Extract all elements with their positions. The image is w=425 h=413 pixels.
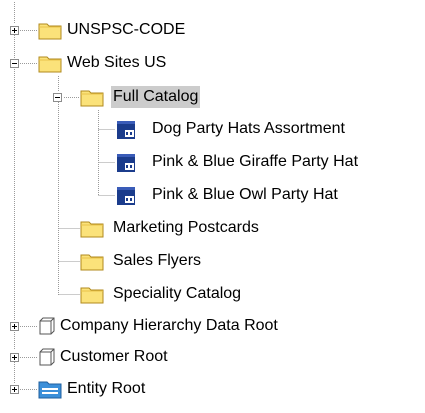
folder-open-icon xyxy=(80,90,104,107)
tree-item-label: Dog Party Hats Assortment xyxy=(152,120,345,137)
hierarchy-root-icon xyxy=(39,348,55,366)
hierarchy-tree: UNSPSC-CODE Web Sites US Full Catalog Do… xyxy=(0,0,425,413)
folder-open-icon xyxy=(38,56,62,73)
collapse-minus-icon[interactable] xyxy=(53,93,62,102)
tree-item-label: Speciality Catalog xyxy=(113,285,242,302)
product-icon xyxy=(117,121,135,139)
tree-item-label: Web Sites US xyxy=(67,54,167,71)
tree-item-label: UNSPSC-CODE xyxy=(67,21,186,38)
tree-item-label: Sales Flyers xyxy=(113,252,202,269)
expand-plus-icon[interactable] xyxy=(10,322,19,331)
folder-icon xyxy=(80,287,104,304)
folder-icon xyxy=(80,221,104,238)
expand-plus-icon[interactable] xyxy=(10,26,19,35)
tree-item-label: Pink & Blue Giraffe Party Hat xyxy=(152,153,359,170)
tree-item-label: Pink & Blue Owl Party Hat xyxy=(152,186,338,203)
product-icon xyxy=(117,187,135,205)
tree-item-label: Company Hierarchy Data Root xyxy=(60,317,278,334)
tree-item-label: Customer Root xyxy=(60,348,168,365)
tree-item-label: Entity Root xyxy=(67,380,146,397)
folder-icon xyxy=(38,23,62,40)
expand-plus-icon[interactable] xyxy=(10,385,19,394)
hierarchy-root-icon xyxy=(39,317,55,335)
tree-item-label: Full Catalog xyxy=(111,86,201,108)
expand-plus-icon[interactable] xyxy=(10,353,19,362)
tree-item-label: Marketing Postcards xyxy=(113,219,259,236)
product-icon xyxy=(117,154,135,172)
collapse-minus-icon[interactable] xyxy=(10,59,19,68)
folder-icon xyxy=(80,254,104,271)
entity-root-icon xyxy=(38,381,62,399)
